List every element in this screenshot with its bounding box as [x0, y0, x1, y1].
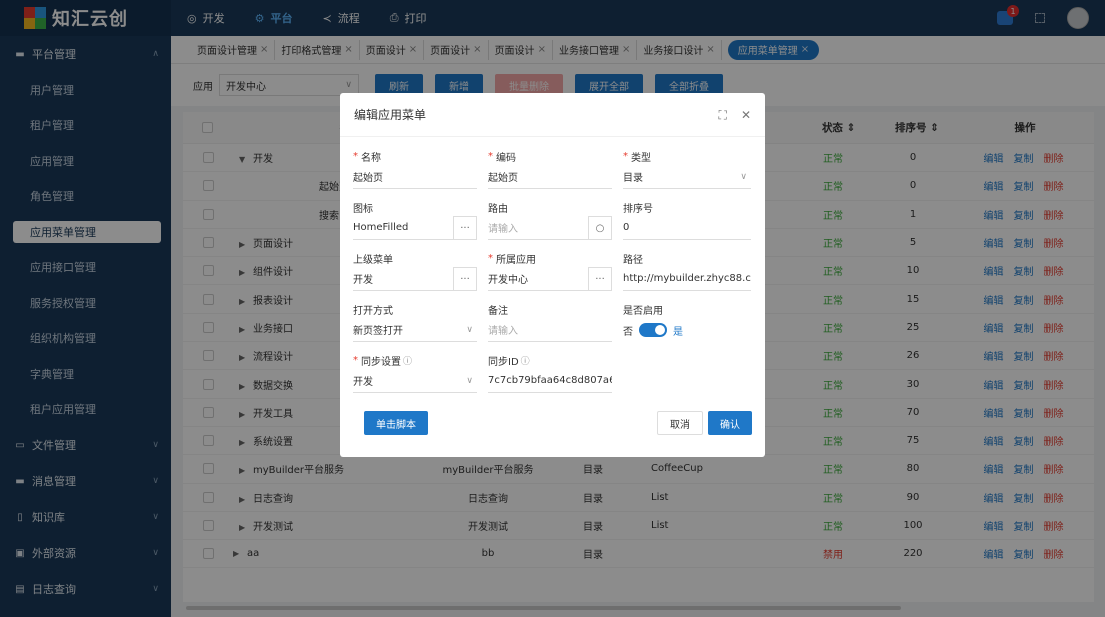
more-icon[interactable]: ··· — [453, 267, 477, 291]
route-input[interactable]: 请输入 ○ — [488, 216, 612, 240]
script-button[interactable]: 单击脚本 — [364, 411, 428, 435]
info-icon[interactable]: ⓘ — [521, 354, 530, 367]
field-sync-id: 同步IDⓘ 7c7cb79bfaa64c8d807a601€ — [488, 351, 612, 402]
open-mode-select[interactable]: 新页签打开 ∨ — [353, 318, 477, 342]
field-remark: 备注 请输入 — [488, 300, 612, 351]
remark-input[interactable]: 请输入 — [488, 318, 612, 342]
switch-off-label: 否 — [623, 326, 633, 338]
confirm-button[interactable]: 确认 — [708, 411, 752, 435]
sync-id-input[interactable]: 7c7cb79bfaa64c8d807a601€ — [488, 369, 612, 393]
info-icon[interactable]: ⓘ — [403, 354, 412, 367]
field-app: * 所属应用 开发中心 ··· — [488, 249, 612, 300]
field-code: * 编码 起始页 — [488, 147, 612, 198]
chevron-down-icon: ∨ — [466, 324, 473, 335]
cancel-button[interactable]: 取消 — [657, 411, 703, 435]
enabled-toggle[interactable] — [639, 323, 667, 337]
field-type: * 类型 目录 ∨ — [623, 147, 751, 198]
field-open-mode: 打开方式 新页签打开 ∨ — [353, 300, 477, 351]
maximize-icon[interactable]: ⛶ — [719, 108, 727, 123]
field-sort: 排序号 0 — [623, 198, 751, 249]
parent-input[interactable]: 开发 ··· — [353, 267, 477, 291]
switch-on-label: 是 — [673, 326, 683, 338]
path-input[interactable]: http://mybuilder.zhyc88.cn/ap — [623, 267, 751, 291]
sync-select[interactable]: 开发 ∨ — [353, 369, 477, 393]
field-route: 路由 请输入 ○ — [488, 198, 612, 249]
type-select[interactable]: 目录 ∨ — [623, 165, 751, 189]
chevron-down-icon: ∨ — [466, 375, 473, 386]
sort-input[interactable]: 0 — [623, 216, 751, 240]
name-input[interactable]: 起始页 — [353, 165, 477, 189]
search-icon[interactable]: ○ — [588, 216, 612, 240]
field-name: * 名称 起始页 — [353, 147, 477, 198]
app-input[interactable]: 开发中心 ··· — [488, 267, 612, 291]
edit-menu-dialog: 编辑应用菜单 ⛶ ✕ * 名称 起始页 * 编码 起始页 * 类型 目录 ∨ 图标 Ho… — [340, 93, 765, 457]
field-path: 路径 http://mybuilder.zhyc88.cn/ap — [623, 249, 751, 300]
code-input[interactable]: 起始页 — [488, 165, 612, 189]
chevron-down-icon: ∨ — [740, 171, 747, 182]
icon-input[interactable]: HomeFilled ··· — [353, 216, 477, 240]
more-icon[interactable]: ··· — [453, 216, 477, 240]
field-icon: 图标 HomeFilled ··· — [353, 198, 477, 249]
field-parent: 上级菜单 开发 ··· — [353, 249, 477, 300]
dialog-title: 编辑应用菜单 — [354, 108, 427, 122]
field-enabled: 是否启用 否 是 — [623, 305, 683, 338]
close-icon[interactable]: ✕ — [741, 108, 751, 122]
field-sync: * 同步设置 ⓘ 开发 ∨ — [353, 351, 477, 402]
more-icon[interactable]: ··· — [588, 267, 612, 291]
